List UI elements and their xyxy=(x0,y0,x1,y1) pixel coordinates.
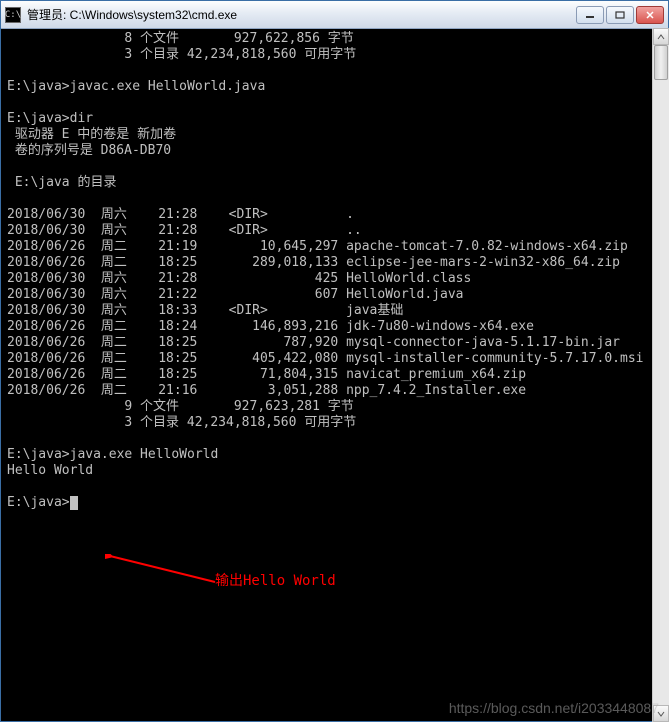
titlebar[interactable]: C:\ 管理员: C:\Windows\system32\cmd.exe xyxy=(1,1,668,29)
chevron-up-icon xyxy=(657,34,665,40)
cmd-window: C:\ 管理员: C:\Windows\system32\cmd.exe 8 个… xyxy=(0,0,669,722)
scrollbar-track[interactable] xyxy=(653,45,669,705)
window-title: 管理员: C:\Windows\system32\cmd.exe xyxy=(27,6,576,23)
close-button[interactable] xyxy=(636,6,664,24)
scroll-up-button[interactable] xyxy=(653,28,669,45)
scroll-down-button[interactable] xyxy=(653,705,669,722)
maximize-icon xyxy=(615,11,625,19)
vertical-scrollbar[interactable] xyxy=(652,28,669,722)
close-icon xyxy=(645,11,655,19)
cursor xyxy=(70,496,78,510)
scrollbar-thumb[interactable] xyxy=(654,45,668,80)
minimize-button[interactable] xyxy=(576,6,604,24)
window-controls xyxy=(576,6,664,24)
cmd-icon: C:\ xyxy=(5,7,21,23)
console-output[interactable]: 8 个文件 927,622,856 字节 3 个目录 42,234,818,56… xyxy=(1,29,668,721)
minimize-icon xyxy=(585,11,595,19)
maximize-button[interactable] xyxy=(606,6,634,24)
chevron-down-icon xyxy=(657,711,665,717)
